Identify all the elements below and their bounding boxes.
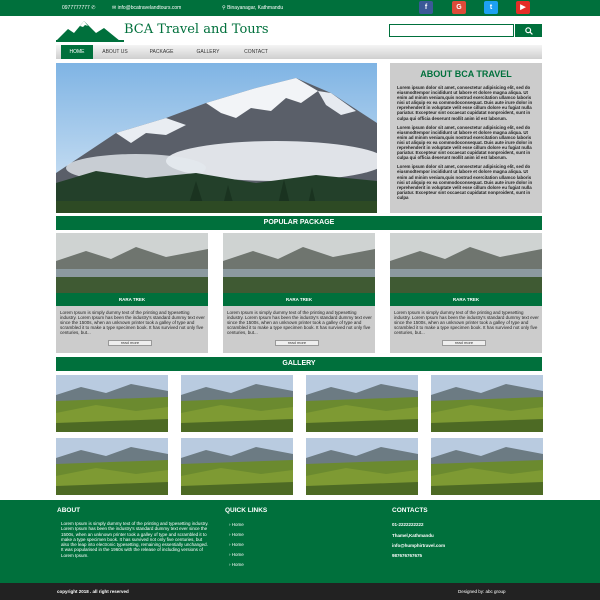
read-more-button[interactable]: read more	[442, 340, 486, 346]
copyright-text: copyright 2018 . all right reserved	[57, 589, 129, 594]
footer-quick-links-title: QUICK LINKS	[225, 507, 268, 514]
gallery-image[interactable]	[56, 438, 168, 495]
phone-number: 0977777777 ✆	[62, 5, 95, 11]
facebook-icon[interactable]: f	[419, 1, 433, 14]
package-image[interactable]	[390, 233, 542, 293]
gallery-heading: GALLERY	[56, 357, 542, 371]
package-image[interactable]	[56, 233, 208, 293]
email-contact[interactable]: ✉ info@bcatravelandtours.com	[112, 5, 181, 11]
footer-about-title: ABOUT	[57, 507, 81, 514]
site-logo[interactable]	[56, 19, 126, 43]
nav-gallery[interactable]: GALLERY	[186, 45, 230, 59]
footer-link[interactable]: › Home	[229, 542, 244, 547]
gallery-image[interactable]	[431, 438, 543, 495]
contact-phone: 01-2222222222	[392, 522, 424, 527]
package-name: RARA TREK	[223, 293, 375, 306]
email-text[interactable]: info@bcatravelandtours.com	[118, 5, 182, 11]
youtube-icon[interactable]: ▶	[516, 1, 530, 14]
gallery-image[interactable]	[306, 375, 418, 432]
about-panel: ABOUT BCA TRAVEL Lorem ipsum dolor sit a…	[390, 63, 542, 213]
about-paragraph: Lorem ipsum dolor sit amet, consectetur …	[397, 164, 533, 200]
footer-link-label[interactable]: Home	[232, 562, 244, 567]
mail-icon: ✉	[112, 5, 117, 11]
gallery-image[interactable]	[56, 375, 168, 432]
footer-link[interactable]: › Home	[229, 562, 244, 567]
package-card: RARA TREK Lorem Ipsum is simply dummy te…	[56, 233, 208, 353]
gallery-image[interactable]	[181, 438, 293, 495]
contact-email[interactable]: info@humphirtravel.com	[392, 543, 445, 548]
nav-about-us[interactable]: ABOUT US	[94, 45, 136, 59]
package-name: RARA TREK	[390, 293, 542, 306]
package-card: RARA TREK Lorem Ipsum is simply dummy te…	[223, 233, 375, 353]
hero-mountain-image	[56, 63, 377, 213]
gallery-image[interactable]	[181, 375, 293, 432]
map-pin-icon: ⚲	[222, 5, 226, 11]
contact-mobile: 987676767675	[392, 553, 423, 558]
phone-icon: ✆	[91, 5, 96, 11]
footer-link-label[interactable]: Home	[232, 552, 244, 557]
site-title[interactable]: BCA Travel and Tours	[124, 22, 269, 37]
copyright-bar: copyright 2018 . all right reserved Desi…	[0, 583, 600, 600]
package-card: RARA TREK Lorem Ipsum is simply dummy te…	[390, 233, 542, 353]
about-title: ABOUT BCA TRAVEL	[420, 69, 512, 79]
location-text: Binayanagar, Kathmandu	[227, 5, 284, 11]
footer-link[interactable]: › Home	[229, 532, 244, 537]
package-image[interactable]	[223, 233, 375, 293]
search-input[interactable]	[389, 24, 514, 37]
about-paragraph: Lorem ipsum dolor sit amet, consectetur …	[397, 85, 533, 121]
footer-link[interactable]: › Home	[229, 552, 244, 557]
read-more-button[interactable]: read more	[108, 340, 152, 346]
footer-contacts-title: CONTACTS	[392, 507, 428, 514]
google-plus-icon[interactable]: G	[452, 1, 466, 14]
gallery-image[interactable]	[431, 375, 543, 432]
footer-link-label[interactable]: Home	[232, 532, 244, 537]
search-button[interactable]	[515, 24, 542, 37]
twitter-icon[interactable]: t	[484, 1, 498, 14]
footer: ABOUT Lorem Ipsum is simply dummy text o…	[0, 500, 600, 583]
package-name: RARA TREK	[56, 293, 208, 306]
phone-text: 0977777777	[62, 5, 90, 11]
footer-link-label[interactable]: Home	[232, 542, 244, 547]
read-more-button[interactable]: read more	[275, 340, 319, 346]
about-paragraph: Lorem ipsum dolor sit amet, consectetur …	[397, 124, 533, 161]
mountain-logo-icon	[56, 21, 124, 42]
nav-package[interactable]: PACKAGE	[139, 45, 184, 59]
contact-address: Thamel,Kathmandu	[392, 533, 434, 538]
popular-package-heading: POPULAR PACKAGE	[56, 216, 542, 230]
footer-link[interactable]: › Home	[229, 522, 244, 527]
designer-credit: Designed by: abc group	[458, 589, 506, 594]
footer-about-text: Lorem Ipsum is simply dummy text of the …	[61, 521, 209, 558]
top-bar: 0977777777 ✆ ✉ info@bcatravelandtours.co…	[0, 0, 600, 16]
main-nav: HOME ABOUT US PACKAGE GALLERY CONTACT	[56, 45, 542, 59]
search-icon	[524, 27, 533, 35]
gallery-image[interactable]	[306, 438, 418, 495]
package-description: Lorem Ipsum is simply dummy text of the …	[60, 310, 205, 335]
footer-link-label[interactable]: Home	[232, 522, 244, 527]
nav-contact[interactable]: CONTACT	[232, 45, 280, 59]
nav-home[interactable]: HOME	[61, 45, 93, 59]
package-description: Lorem Ipsum is simply dummy text of the …	[227, 310, 372, 335]
location-info: ⚲ Binayanagar, Kathmandu	[222, 5, 283, 11]
package-description: Lorem Ipsum is simply dummy text of the …	[394, 310, 539, 335]
